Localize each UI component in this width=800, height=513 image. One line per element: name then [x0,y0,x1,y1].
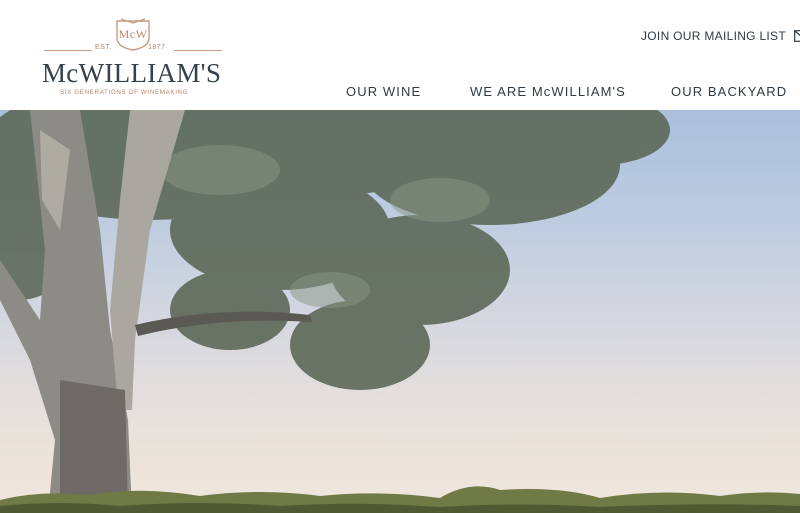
logo-established: EST. 1877 [40,44,226,56]
eucalyptus-vineyard-scene [0,110,800,513]
logo-monogram: McW [118,27,148,41]
logo-rule-right [174,50,222,51]
join-mailing-list-link[interactable]: JOIN OUR MAILING LIST [641,28,800,44]
site-header: McW EST. 1877 McWILLIAM'S SIX GENERATION… [0,0,800,110]
nav-our-backyard[interactable]: OUR BACKYARD [671,84,787,99]
main-navigation: OUR WINE WE ARE McWILLIAM'S OUR BACKYARD [0,84,800,100]
logo-est-year: 1877 [148,44,166,51]
logo-est-label: EST. [95,44,112,51]
nav-we-are-mcwilliams[interactable]: WE ARE McWILLIAM'S [470,84,626,99]
mail-icon [794,30,800,42]
logo-rule-left [44,50,92,51]
nav-our-wine[interactable]: OUR WINE [346,84,421,99]
mailing-list-label: JOIN OUR MAILING LIST [641,29,786,43]
hero-image [0,110,800,513]
